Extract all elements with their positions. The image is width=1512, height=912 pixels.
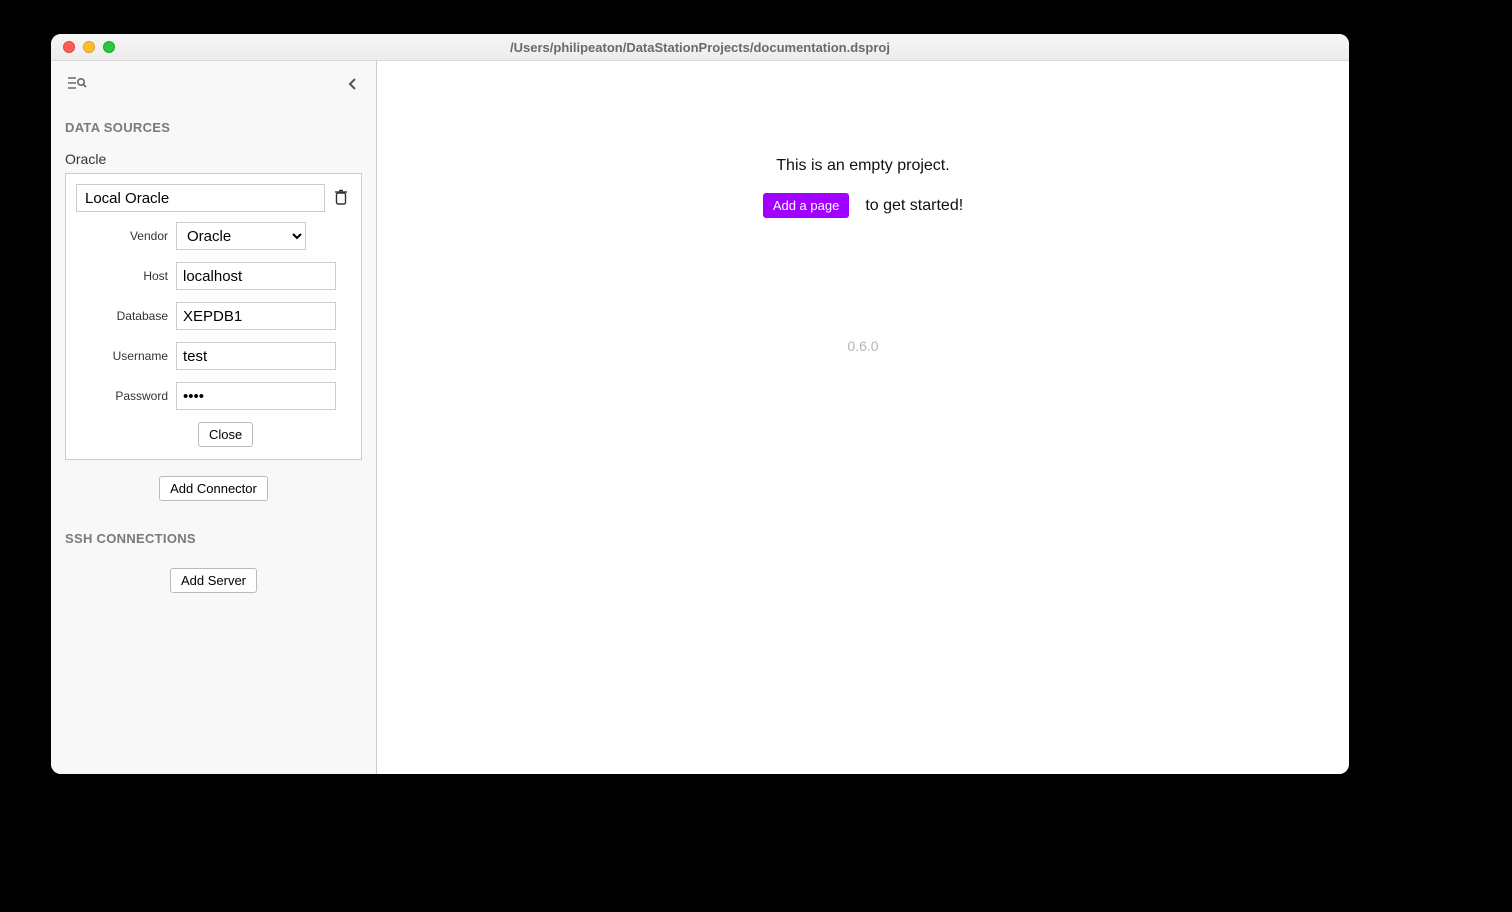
vendor-label: Vendor [76, 229, 176, 243]
get-started-text: to get started! [865, 197, 963, 215]
connector-name-input[interactable] [76, 184, 325, 212]
add-connector-row: Add Connector [51, 460, 376, 509]
delete-connector-button[interactable] [331, 186, 351, 210]
vendor-row: Vendor Oracle [76, 222, 351, 250]
add-server-row: Add Server [51, 552, 376, 601]
window-title: /Users/philipeaton/DataStationProjects/d… [51, 40, 1349, 55]
username-input[interactable] [176, 342, 336, 370]
close-button[interactable]: Close [198, 422, 253, 447]
main-content: This is an empty project. Add a page to … [377, 61, 1349, 774]
trash-icon [333, 188, 349, 209]
close-row: Close [76, 422, 351, 447]
collapse-sidebar-button[interactable] [344, 75, 362, 96]
host-input[interactable] [176, 262, 336, 290]
empty-message: This is an empty project. [763, 157, 963, 175]
version-label: 0.6.0 [847, 338, 878, 354]
window-zoom-button[interactable] [103, 41, 115, 53]
connector-type-label: Oracle [51, 141, 376, 173]
ssh-connections-header: SSH CONNECTIONS [51, 509, 376, 552]
connector-name-row [76, 184, 351, 212]
traffic-lights [51, 41, 115, 53]
empty-state: This is an empty project. Add a page to … [763, 157, 963, 218]
search-list-icon [67, 75, 87, 96]
window-close-button[interactable] [63, 41, 75, 53]
chevron-left-icon [346, 77, 360, 94]
connector-card: Vendor Oracle Host Database Username [65, 173, 362, 460]
search-list-button[interactable] [65, 73, 89, 98]
app-body: DATA SOURCES Oracle [51, 61, 1349, 774]
sidebar-toolbar [51, 61, 376, 106]
database-input[interactable] [176, 302, 336, 330]
titlebar: /Users/philipeaton/DataStationProjects/d… [51, 34, 1349, 61]
data-sources-header: DATA SOURCES [51, 106, 376, 141]
username-label: Username [76, 349, 176, 363]
vendor-select[interactable]: Oracle [176, 222, 306, 250]
password-input[interactable] [176, 382, 336, 410]
password-label: Password [76, 389, 176, 403]
add-server-button[interactable]: Add Server [170, 568, 257, 593]
window-minimize-button[interactable] [83, 41, 95, 53]
host-row: Host [76, 262, 351, 290]
database-row: Database [76, 302, 351, 330]
password-row: Password [76, 382, 351, 410]
host-label: Host [76, 269, 176, 283]
add-connector-button[interactable]: Add Connector [159, 476, 268, 501]
database-label: Database [76, 309, 176, 323]
add-page-button[interactable]: Add a page [763, 193, 850, 218]
sidebar: DATA SOURCES Oracle [51, 61, 377, 774]
app-window: /Users/philipeaton/DataStationProjects/d… [51, 34, 1349, 774]
empty-action-row: Add a page to get started! [763, 193, 963, 218]
username-row: Username [76, 342, 351, 370]
